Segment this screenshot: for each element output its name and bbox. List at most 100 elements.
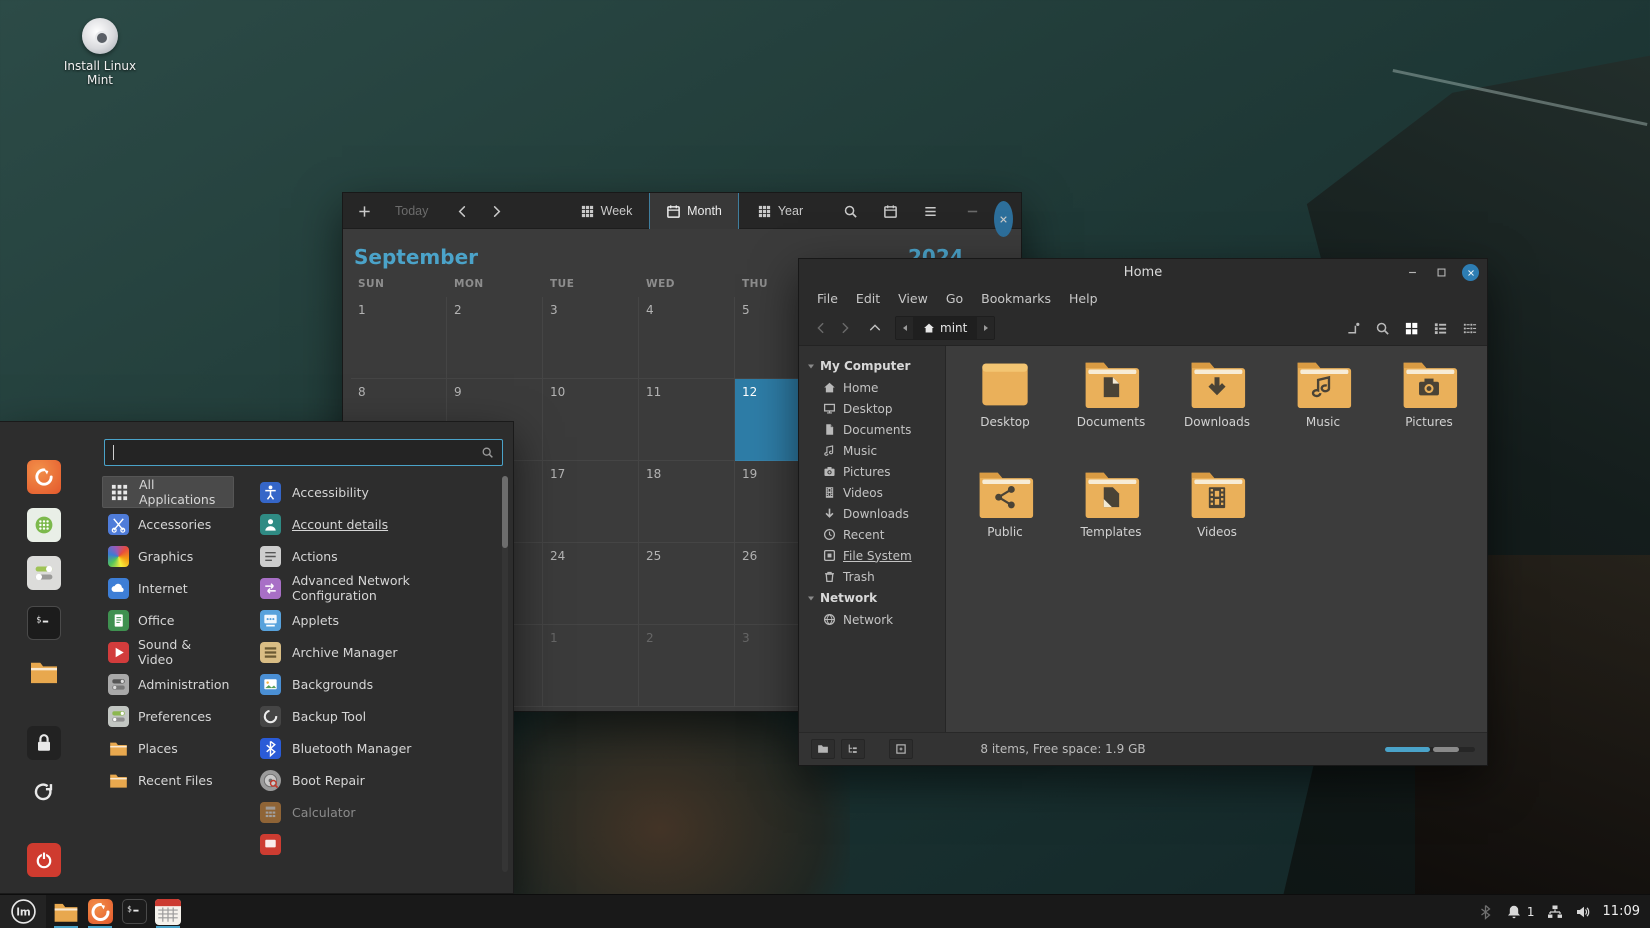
- icon-view-icon[interactable]: [1404, 321, 1419, 336]
- menu-category-graphics[interactable]: Graphics: [102, 540, 234, 572]
- taskbar-firefox-button[interactable]: [83, 895, 117, 928]
- menu-scrollbar[interactable]: [502, 476, 508, 872]
- quick-lock-button[interactable]: [26, 725, 62, 761]
- path-segment-home[interactable]: mint: [913, 317, 978, 339]
- taskbar-clock[interactable]: 11:09: [1603, 904, 1640, 919]
- sidebar-item-file-system[interactable]: File System: [799, 545, 945, 566]
- quick-logout-button[interactable]: [26, 775, 62, 811]
- menu-item-go[interactable]: Go: [938, 288, 971, 309]
- notifications-bell-icon[interactable]: [1506, 904, 1522, 920]
- calendar-view-week-button[interactable]: Week: [565, 193, 647, 229]
- menu-app-advanced-network-configuration[interactable]: Advanced Network Configuration: [248, 572, 498, 604]
- menu-app-archive-manager[interactable]: Archive Manager: [248, 636, 498, 668]
- zoom-slider[interactable]: [1385, 746, 1475, 752]
- install-linux-mint-desktop-icon[interactable]: Install Linux Mint: [52, 18, 148, 87]
- sidebar-section-network[interactable]: Network: [799, 587, 945, 609]
- compact-view-icon[interactable]: [1462, 321, 1477, 336]
- menu-category-administration[interactable]: Administration: [102, 668, 234, 700]
- calendar-day-cell[interactable]: 11: [639, 379, 735, 461]
- folder-documents[interactable]: Documents: [1058, 360, 1164, 470]
- menu-category-recent-files[interactable]: Recent Files: [102, 764, 234, 796]
- menu-scrollbar-thumb[interactable]: [502, 476, 508, 548]
- sidebar-item-home[interactable]: Home: [799, 377, 945, 398]
- menu-app-calculator[interactable]: Calculator: [248, 796, 498, 828]
- folder-videos[interactable]: Videos: [1164, 470, 1270, 580]
- folder-public[interactable]: Public: [952, 470, 1058, 580]
- calendar-menu-button[interactable]: [923, 193, 938, 229]
- network-tray-icon[interactable]: [1547, 904, 1563, 920]
- calendar-day-cell[interactable]: 2: [447, 297, 543, 379]
- path-scroll-left-button[interactable]: [896, 317, 913, 339]
- menu-search-input[interactable]: [113, 445, 481, 460]
- calendar-search-button[interactable]: [843, 193, 858, 229]
- menu-item-view[interactable]: View: [890, 288, 936, 309]
- close-button[interactable]: [1462, 264, 1479, 281]
- menu-app-backup-tool[interactable]: Backup Tool: [248, 700, 498, 732]
- sidebar-section-my-computer[interactable]: My Computer: [799, 355, 945, 377]
- menu-category-all-applications[interactable]: All Applications: [102, 476, 234, 508]
- expander-triangle-icon[interactable]: [807, 362, 815, 370]
- bluetooth-tray-icon[interactable]: [1478, 904, 1494, 920]
- calendar-day-cell[interactable]: 24: [543, 543, 639, 625]
- sidebar-item-pictures[interactable]: Pictures: [799, 461, 945, 482]
- sidebar-item-downloads[interactable]: Downloads: [799, 503, 945, 524]
- sidebar-item-documents[interactable]: Documents: [799, 419, 945, 440]
- menu-app-backgrounds[interactable]: Backgrounds: [248, 668, 498, 700]
- expander-triangle-icon[interactable]: [807, 594, 815, 602]
- calendar-minimize-button[interactable]: [965, 193, 980, 229]
- sidebar-item-network[interactable]: Network: [799, 609, 945, 630]
- menu-item-bookmarks[interactable]: Bookmarks: [973, 288, 1059, 309]
- menu-category-preferences[interactable]: Preferences: [102, 700, 234, 732]
- calendar-next-button[interactable]: [489, 193, 504, 229]
- forward-button[interactable]: [833, 316, 857, 340]
- calendar-view-year-button[interactable]: Year: [741, 193, 819, 229]
- folder-music[interactable]: Music: [1270, 360, 1376, 470]
- calendar-day-cell[interactable]: 2: [639, 625, 735, 707]
- calendar-day-cell[interactable]: 1: [543, 625, 639, 707]
- folder-desktop[interactable]: Desktop: [952, 360, 1058, 470]
- quick-software-manager-button[interactable]: [26, 507, 62, 543]
- calendar-view-month-button[interactable]: Month: [649, 193, 739, 229]
- calendar-close-button[interactable]: [994, 201, 1013, 237]
- calendar-today-button[interactable]: Today: [395, 193, 428, 229]
- list-view-icon[interactable]: [1433, 321, 1448, 336]
- sidebar-item-desktop[interactable]: Desktop: [799, 398, 945, 419]
- mint-menu-button[interactable]: lm: [0, 894, 46, 928]
- menu-app-account-details[interactable]: Account details: [248, 508, 498, 540]
- calendar-new-event-button[interactable]: [357, 193, 372, 229]
- calendar-prev-button[interactable]: [455, 193, 470, 229]
- up-button[interactable]: [863, 316, 887, 340]
- sidebar-item-music[interactable]: Music: [799, 440, 945, 461]
- toggle-location-entry-icon[interactable]: [1346, 321, 1361, 336]
- sidebar-item-trash[interactable]: Trash: [799, 566, 945, 587]
- calendar-day-cell[interactable]: 10: [543, 379, 639, 461]
- menu-category-places[interactable]: Places: [102, 732, 234, 764]
- calendar-day-cell[interactable]: 1: [351, 297, 447, 379]
- sidebar-item-recent[interactable]: Recent: [799, 524, 945, 545]
- maximize-button[interactable]: [1433, 265, 1449, 281]
- menu-category-office[interactable]: Office: [102, 604, 234, 636]
- path-scroll-right-button[interactable]: [977, 317, 995, 339]
- calendar-day-cell[interactable]: 3: [543, 297, 639, 379]
- menu-item-help[interactable]: Help: [1061, 288, 1106, 309]
- menu-category-internet[interactable]: Internet: [102, 572, 234, 604]
- folder-templates[interactable]: Templates: [1058, 470, 1164, 580]
- quick-power-button[interactable]: [26, 842, 62, 878]
- calendar-day-cell[interactable]: 25: [639, 543, 735, 625]
- quick-files-button[interactable]: [26, 654, 62, 690]
- calendar-goto-date-button[interactable]: [883, 193, 898, 229]
- menu-app-boot-repair[interactable]: Boot Repair: [248, 764, 498, 796]
- folder-downloads[interactable]: Downloads: [1164, 360, 1270, 470]
- taskbar-files-button[interactable]: [49, 895, 83, 928]
- menu-app-partial[interactable]: [248, 828, 498, 860]
- file-manager-titlebar[interactable]: Home: [799, 259, 1487, 286]
- quick-firefox-button[interactable]: [26, 459, 62, 495]
- menu-category-sound-video[interactable]: Sound & Video: [102, 636, 234, 668]
- volume-tray-icon[interactable]: [1575, 904, 1591, 920]
- taskbar-calendar-button[interactable]: [151, 895, 185, 928]
- menu-app-applets[interactable]: Applets: [248, 604, 498, 636]
- menu-item-file[interactable]: File: [809, 288, 846, 309]
- back-button[interactable]: [809, 316, 833, 340]
- calendar-day-cell[interactable]: 4: [639, 297, 735, 379]
- menu-app-actions[interactable]: Actions: [248, 540, 498, 572]
